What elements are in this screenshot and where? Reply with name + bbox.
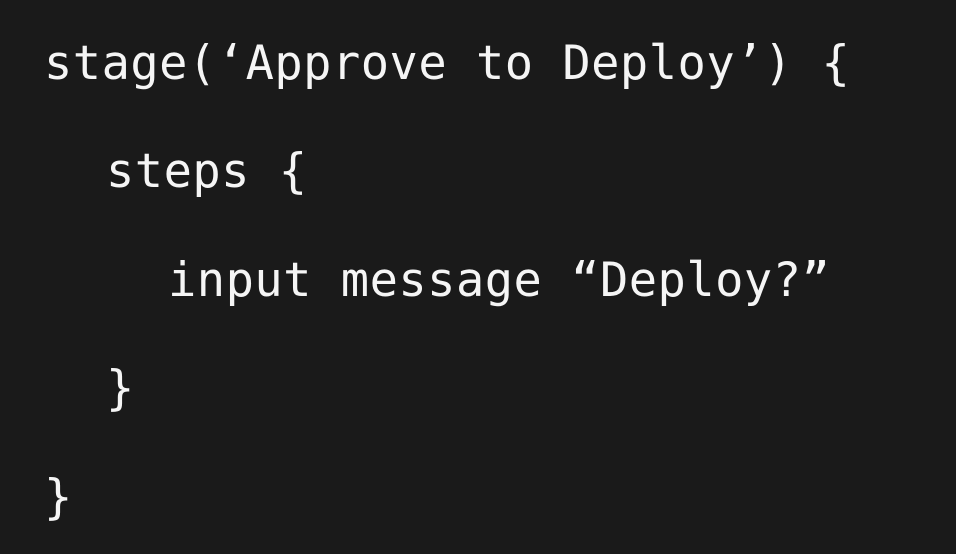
code-line-stage-close: }	[44, 470, 73, 525]
code-line-input-message: input message “Deploy?”	[168, 253, 831, 308]
code-line-steps-close: }	[106, 361, 135, 416]
code-snippet-panel: stage(‘Approve to Deploy’) { steps { inp…	[0, 0, 956, 554]
code-line-steps-open: steps {	[106, 144, 308, 199]
code-line-stage-open: stage(‘Approve to Deploy’) {	[44, 36, 851, 91]
